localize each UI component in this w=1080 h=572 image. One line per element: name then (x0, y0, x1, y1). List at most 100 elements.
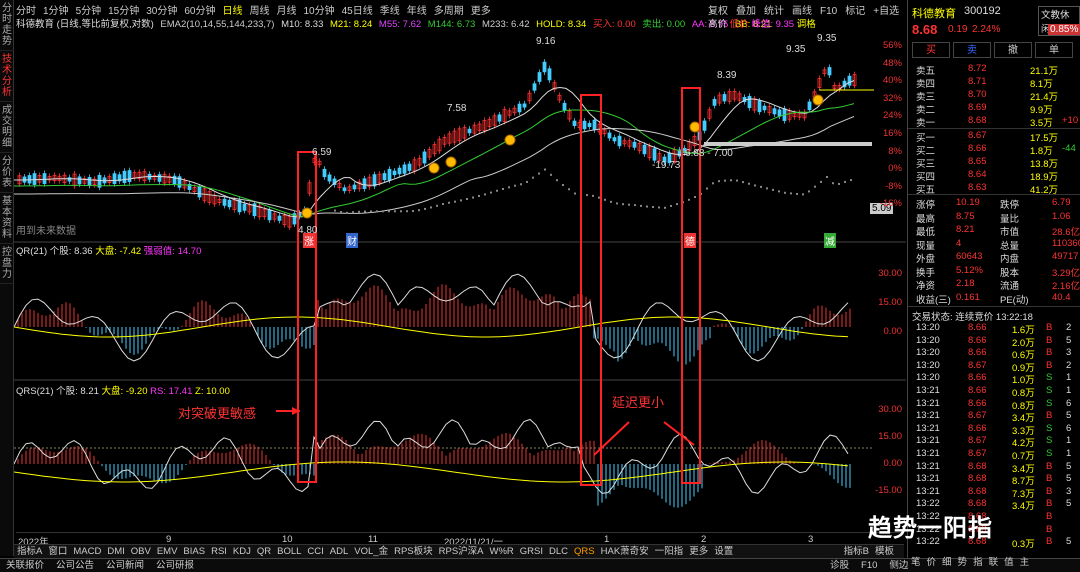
bottom-tab-0[interactable]: 关联报价 (0, 559, 50, 572)
indicator-tab-bar: 指标A 窗口 MACD DMI OBV EMV BIAS RSI KDJ QR BOLL CCI ADL… (14, 544, 904, 558)
side-tab-1[interactable]: 技术分析 (0, 51, 14, 102)
period-tab-9[interactable]: 10分钟 (304, 2, 335, 17)
indicator-tab-8[interactable]: KDJ (230, 545, 254, 558)
indicator-tab-2[interactable]: MACD (70, 545, 104, 558)
tick-row: 13:20 8.67 0.9万 B 2 (912, 359, 1078, 374)
period-tab-0[interactable]: 分时 (16, 2, 36, 17)
tick-row: 13:21 8.68 8.7万 B 5 (912, 473, 1078, 487)
indicator-tab-1[interactable]: 窗口 (45, 545, 70, 558)
panel-tab-4[interactable]: 指 (970, 556, 986, 569)
bid-row-cell: 18.9万 (1030, 172, 1058, 183)
period-tab-10[interactable]: 45日线 (342, 2, 373, 17)
side-tab-0[interactable]: 分时走势 (0, 0, 14, 51)
period-tab-1[interactable]: 1分钟 (43, 2, 69, 17)
trade-button-1[interactable]: 卖 (953, 42, 991, 58)
sub-dot (760, 185, 762, 188)
indicator-tab-7[interactable]: RSI (208, 545, 230, 558)
bottom-tab-3[interactable]: 公司研报 (150, 559, 200, 572)
indicator-tab-6[interactable]: BIAS (180, 545, 208, 558)
period-tab-13[interactable]: 多周期 (434, 2, 464, 17)
trade-button-3[interactable]: 单 (1035, 42, 1073, 58)
period-tab-8[interactable]: 月线 (277, 2, 297, 17)
candle (777, 109, 782, 117)
side-tab-3[interactable]: 分价表 (0, 153, 14, 193)
label-839: 8.39 (717, 70, 737, 81)
indicator-tab-16[interactable]: W%R (487, 545, 517, 558)
panel-tab-5[interactable]: 联 (986, 556, 1002, 569)
top-tool-2[interactable]: 统计 (764, 2, 784, 17)
stat-cell: 10.19 (956, 197, 980, 208)
ask-row-cell: 21.4万 (1030, 92, 1058, 103)
qrs-rs: RS: 17.41 (150, 386, 193, 397)
period-tab-14[interactable]: 更多 (471, 2, 491, 17)
indicator-tab-4[interactable]: OBV (128, 545, 154, 558)
tick-cell: 13:21 (916, 410, 940, 422)
marker-de[interactable]: 德 (684, 233, 696, 248)
sub-dot (814, 185, 816, 188)
candle (587, 122, 592, 128)
sub-dot (724, 179, 726, 182)
trend-legend: 调格 (796, 19, 816, 30)
panel-tab-1[interactable]: 价 (924, 556, 940, 569)
candle (642, 144, 647, 155)
indicator-tab-0[interactable]: 指标A (14, 545, 45, 558)
candle (592, 119, 597, 131)
marker-jian[interactable]: 减 (824, 233, 836, 248)
indicator-tab-5[interactable]: EMV (154, 545, 181, 558)
panel-tab-2[interactable]: 细 (939, 556, 955, 569)
panel-tab-7[interactable]: 主 (1017, 556, 1033, 569)
top-tool-3[interactable]: 画线 (792, 2, 812, 17)
indicator-tab-18[interactable]: DLC (546, 545, 571, 558)
stat-row: 收益(三) 0.161 PE(动) 40.4 (912, 292, 1078, 306)
trade-button-2[interactable]: 撤 (994, 42, 1032, 58)
period-tab-4[interactable]: 30分钟 (146, 2, 177, 17)
top-tool-5[interactable]: 标记 (845, 2, 865, 17)
side-tab-5[interactable]: 控盘力 (0, 244, 14, 284)
indicator-tab-22[interactable]: 更多 (686, 545, 711, 558)
bottom-tab-1[interactable]: 公司公告 (50, 559, 100, 572)
period-tab-5[interactable]: 60分钟 (184, 2, 215, 17)
indicator-tab-3[interactable]: DMI (104, 545, 127, 558)
indicator-tab-19[interactable]: QRS (571, 545, 598, 558)
panel-tab-6[interactable]: 值 (1001, 556, 1017, 569)
indicator-tab-13[interactable]: VOL_金 (351, 545, 391, 558)
axis-qrs-tick: -15.00 (875, 485, 902, 496)
period-tab-3[interactable]: 15分钟 (108, 2, 139, 17)
panel-tab-3[interactable]: 势 (955, 556, 971, 569)
indicator-tab-17[interactable]: GRSI (517, 545, 546, 558)
sub-dot (508, 186, 510, 189)
marker-cai[interactable]: 财 (346, 233, 358, 248)
period-tab-7[interactable]: 周线 (250, 2, 270, 17)
top-tool-0[interactable]: 复权 (708, 2, 728, 17)
marker-zhang[interactable]: 涨 (303, 233, 315, 248)
future-data-note: 用到未来数据 (16, 226, 76, 237)
indicator-tab-10[interactable]: BOLL (274, 545, 304, 558)
trade-button-0[interactable]: 买 (912, 42, 950, 58)
bottom-right-tab[interactable]: F10 (855, 559, 883, 572)
indicator-tab-9[interactable]: QR (254, 545, 274, 558)
side-tab-2[interactable]: 成交明细 (0, 102, 14, 153)
indicator-tab-15[interactable]: RPS沪深A (436, 545, 487, 558)
indicator-right-tab[interactable]: 指标B (841, 545, 872, 558)
top-tool-6[interactable]: +自选 (873, 2, 899, 17)
stock-name: 科德教育 (912, 8, 956, 20)
period-tab-12[interactable]: 年线 (407, 2, 427, 17)
period-tab-2[interactable]: 5分钟 (76, 2, 102, 17)
tick-cell: 13:20 (916, 334, 940, 346)
indicator-right-tab[interactable]: 模板 (872, 545, 897, 558)
side-tab-4[interactable]: 基本资料 (0, 193, 14, 244)
indicator-tab-20[interactable]: HAK萧奇安 (598, 545, 652, 558)
period-tab-6[interactable]: 日线 (223, 2, 243, 17)
panel-tab-0[interactable]: 笔 (908, 556, 924, 569)
indicator-tab-11[interactable]: CCI (304, 545, 326, 558)
bottom-tab-2[interactable]: 公司新闻 (100, 559, 150, 572)
indicator-tab-23[interactable]: 设置 (711, 545, 736, 558)
tick-row: 13:21 8.66 3.3万 S 6 (912, 423, 1078, 437)
top-tool-1[interactable]: 叠加 (736, 2, 756, 17)
indicator-tab-14[interactable]: RPS板块 (391, 545, 436, 558)
bottom-right-tab[interactable]: 诊股 (824, 559, 855, 572)
indicator-tab-12[interactable]: ADL (327, 545, 351, 558)
period-tab-11[interactable]: 季线 (380, 2, 400, 17)
tick-cell: 8.67 (968, 359, 987, 371)
indicator-tab-21[interactable]: 一阳指 (652, 545, 687, 558)
